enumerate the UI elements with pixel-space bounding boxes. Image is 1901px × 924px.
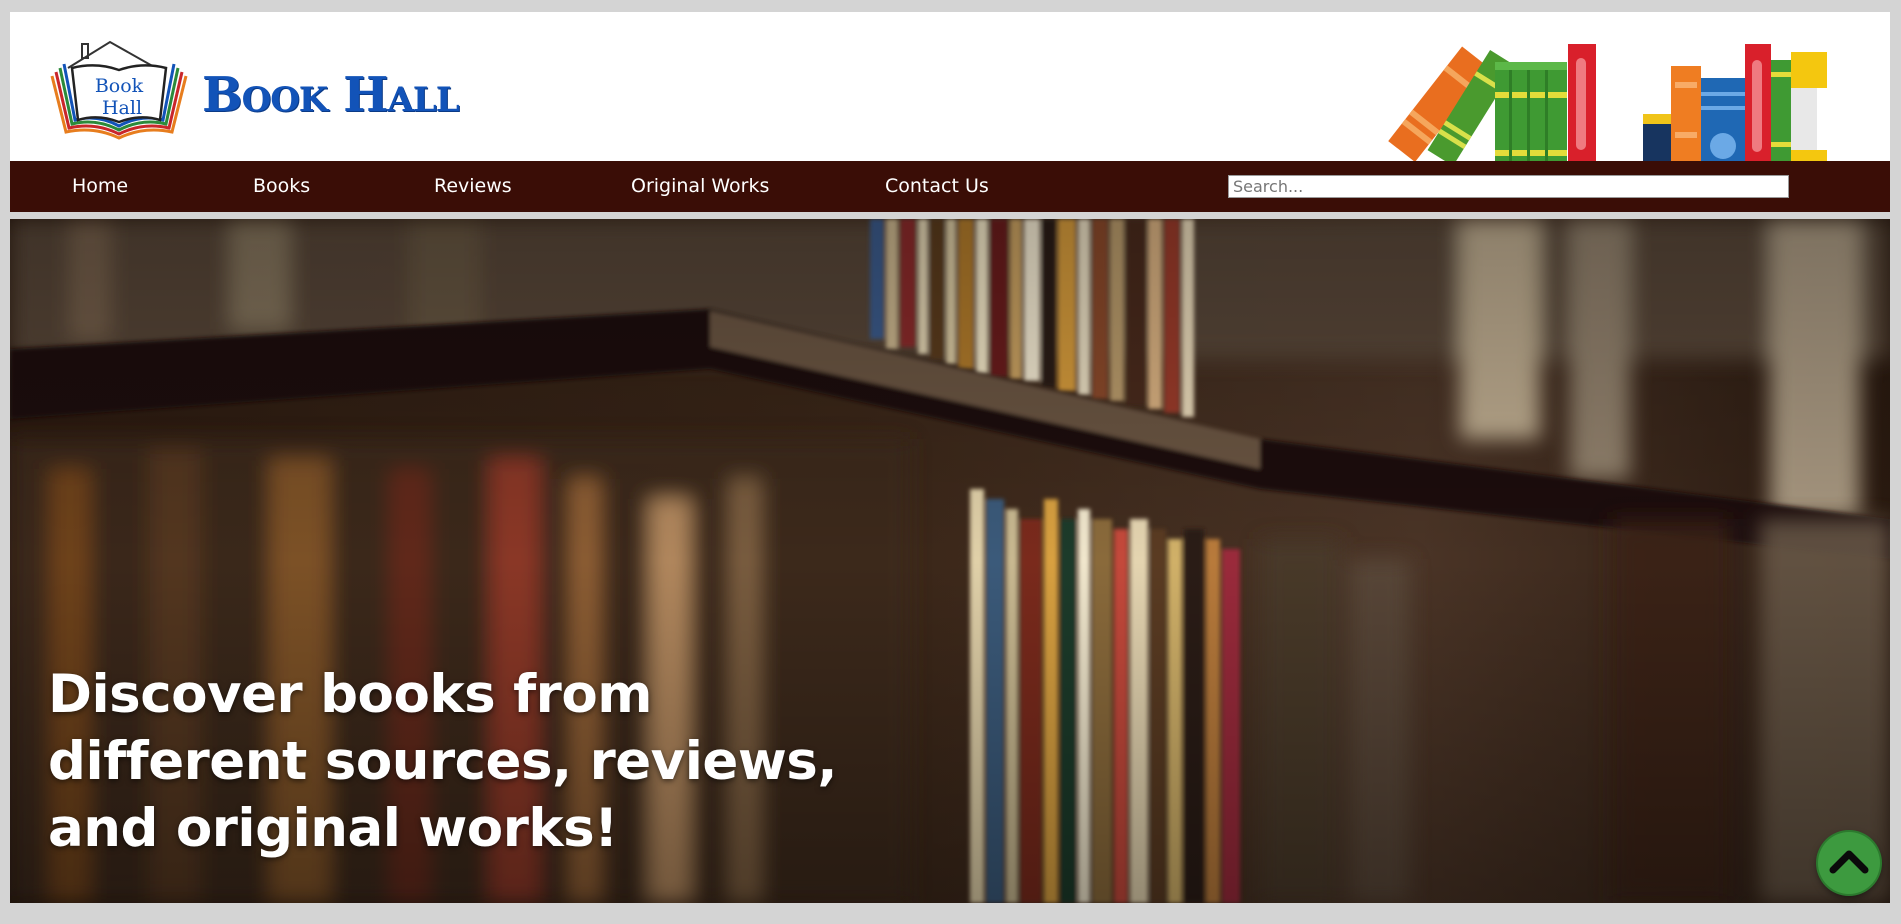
book-hall-logo-icon: Book Hall xyxy=(50,40,188,140)
chevron-up-icon xyxy=(1829,850,1869,874)
nav-original-works-link[interactable]: Original Works xyxy=(631,161,769,212)
svg-text:Book: Book xyxy=(95,75,144,97)
hero-heading: Discover books from different sources, r… xyxy=(48,664,837,859)
brand-name: Book Hall xyxy=(202,67,460,123)
scroll-to-top-button[interactable] xyxy=(1818,832,1880,894)
books-illustration-icon xyxy=(1388,44,1827,161)
search-input[interactable] xyxy=(1228,175,1789,198)
main-navigation: Home Books Reviews Original Works Contac… xyxy=(10,161,1890,212)
page-frame: Book Hall Book Hall Home Books Reviews O… xyxy=(10,10,1890,903)
nav-reviews-link[interactable]: Reviews xyxy=(434,161,512,212)
nav-contact-us-link[interactable]: Contact Us xyxy=(885,161,989,212)
home-logo-link[interactable]: Book Hall Book Hall xyxy=(46,36,460,154)
svg-text:Hall: Hall xyxy=(102,97,142,119)
hero-banner: Discover books from different sources, r… xyxy=(10,219,1890,903)
site-header: Book Hall Book Hall xyxy=(10,12,1890,161)
nav-books-link[interactable]: Books xyxy=(253,161,310,212)
nav-home-link[interactable]: Home xyxy=(72,161,128,212)
